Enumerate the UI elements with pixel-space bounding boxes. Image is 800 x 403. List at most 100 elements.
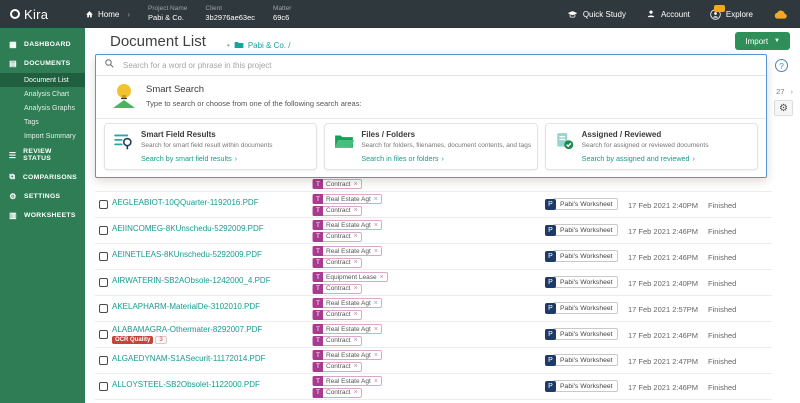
worksheet-badge[interactable]: PPabi's Worksheet xyxy=(545,250,618,262)
upload-cloud-icon[interactable] xyxy=(773,8,788,20)
remove-tag-icon[interactable]: × xyxy=(374,326,378,333)
remove-tag-icon[interactable]: × xyxy=(374,196,378,203)
search-input[interactable] xyxy=(121,60,758,71)
remove-tag-icon[interactable]: × xyxy=(374,378,378,385)
document-link[interactable]: AKELAPHARM-MaterialDe-3102010.PDF xyxy=(112,302,260,311)
worksheet-badge[interactable]: PPabi's Worksheet xyxy=(545,276,618,288)
remove-tag-icon[interactable]: × xyxy=(354,285,358,292)
table-row: ALABAMAGRA-Othermater-8292007.PDFOCR Qua… xyxy=(95,322,772,348)
help-button[interactable]: ? xyxy=(775,59,788,72)
tag[interactable]: TReal Estate Agt× xyxy=(312,220,382,230)
card-title: Smart Field Results xyxy=(141,130,216,139)
search-card-smart-field-results[interactable]: Smart Field ResultsSearch for smart fiel… xyxy=(104,123,317,170)
tag[interactable]: TReal Estate Agt× xyxy=(312,246,382,256)
sidebar-item-import-summary[interactable]: Import Summary xyxy=(0,129,85,143)
home-link[interactable]: Home › xyxy=(85,10,130,19)
document-link[interactable]: AEIINCOMEG-8KUnschedu-5292009.PDF xyxy=(112,224,264,233)
tag[interactable]: TContract× xyxy=(312,388,362,398)
worksheet-badge[interactable]: PPabi's Worksheet xyxy=(545,224,618,236)
folder-icon xyxy=(234,40,244,51)
remove-tag-icon[interactable]: × xyxy=(374,222,378,229)
row-checkbox[interactable] xyxy=(99,330,108,339)
sidebar-item-worksheets[interactable]: ▥WORKSHEETS xyxy=(0,206,85,225)
next-page-icon[interactable]: › xyxy=(791,87,794,96)
remove-tag-icon[interactable]: × xyxy=(354,363,358,370)
worksheet-badge[interactable]: PPabi's Worksheet xyxy=(545,198,618,210)
document-link[interactable]: ALLOYSTEEL-SB2Obsolet-1122000.PDF xyxy=(112,380,260,389)
sidebar-item-analysis-graphs[interactable]: Analysis Graphs xyxy=(0,101,85,115)
remove-tag-icon[interactable]: × xyxy=(354,181,358,188)
remove-tag-icon[interactable]: × xyxy=(374,300,378,307)
row-checkbox[interactable] xyxy=(99,382,108,391)
remove-tag-icon[interactable]: × xyxy=(374,352,378,359)
documents-icon: ▤ xyxy=(8,59,18,68)
tag-icon: T xyxy=(313,246,323,256)
overlay-divider xyxy=(96,118,766,119)
worksheet-badge[interactable]: PPabi's Worksheet xyxy=(545,328,618,340)
column-settings-button[interactable]: ⚙ xyxy=(774,100,793,116)
sidebar-item-analysis-chart[interactable]: Analysis Chart xyxy=(0,87,85,101)
row-checkbox[interactable] xyxy=(99,200,108,209)
worksheet-badge[interactable]: PPabi's Worksheet xyxy=(545,302,618,314)
row-checkbox[interactable] xyxy=(99,252,108,261)
pagination-total: 27 xyxy=(776,87,784,96)
document-link[interactable]: ALGAEDYNAM-S1ASecurit-11172014.PDF xyxy=(112,354,266,363)
chevron-down-icon: ▼ xyxy=(774,38,780,44)
remove-tag-icon[interactable]: × xyxy=(354,389,358,396)
document-link[interactable]: AEINETLEAS-8KUnschedu-5292009.PDF xyxy=(112,250,262,259)
account-link[interactable]: Account xyxy=(646,9,690,19)
row-checkbox[interactable] xyxy=(99,304,108,313)
remove-tag-icon[interactable]: × xyxy=(374,248,378,255)
sidebar-item-documents[interactable]: ▤DOCUMENTS xyxy=(0,54,85,73)
import-button[interactable]: Import ▼ xyxy=(735,32,790,50)
remove-tag-icon[interactable]: × xyxy=(380,274,384,281)
tag[interactable]: TReal Estate Agt× xyxy=(312,376,382,386)
tag[interactable]: TContract× xyxy=(312,232,362,242)
worksheet-initial: P xyxy=(545,329,556,340)
breadcrumb[interactable]: • Pabi & Co. / xyxy=(227,40,291,51)
tag[interactable]: TContract× xyxy=(312,284,362,294)
explore-link[interactable]: Explore xyxy=(710,9,753,20)
sidebar-item-tags[interactable]: Tags xyxy=(0,115,85,129)
pagination: 27 › xyxy=(776,87,793,96)
row-checkbox[interactable] xyxy=(99,226,108,235)
tag[interactable]: TContract× xyxy=(312,336,362,346)
app-logo[interactable]: Kira xyxy=(0,7,85,22)
document-link[interactable]: ALABAMAGRA-Othermater-8292007.PDF xyxy=(112,325,262,334)
tag-list: TReal Estate Agt× TContract× xyxy=(312,376,382,398)
tag[interactable]: TContract× xyxy=(312,362,362,372)
tag[interactable]: TEquipment Lease× xyxy=(312,272,388,282)
card-link[interactable]: Search by smart field results› xyxy=(141,154,237,163)
sidebar-item-dashboard[interactable]: ▦DASHBOARD xyxy=(0,35,85,54)
table-row-partial: TContract× xyxy=(95,178,772,192)
search-card-files-folders[interactable]: Files / FoldersSearch for folders, filen… xyxy=(324,123,537,170)
tag[interactable]: TContract× xyxy=(312,258,362,268)
remove-tag-icon[interactable]: × xyxy=(354,233,358,240)
remove-tag-icon[interactable]: × xyxy=(354,337,358,344)
document-link[interactable]: AEGLEABIOT-10QQuarter-1192016.PDF xyxy=(112,198,259,207)
tag[interactable]: TReal Estate Agt× xyxy=(312,194,382,204)
row-checkbox[interactable] xyxy=(99,356,108,365)
card-link[interactable]: Search in files or folders› xyxy=(361,154,443,163)
sidebar-item-document-list[interactable]: Document List xyxy=(0,73,85,87)
tag[interactable]: TContract× xyxy=(312,206,362,216)
sidebar-item-review-status[interactable]: ☰REVIEW STATUS xyxy=(0,143,85,167)
tag[interactable]: TContract× xyxy=(312,310,362,320)
document-link[interactable]: AIRWATERIN-SB2AObsole-1242000_4.PDF xyxy=(112,276,271,285)
worksheet-badge[interactable]: PPabi's Worksheet xyxy=(545,354,618,366)
search-card-assigned-reviewed[interactable]: Assigned / ReviewedSearch for assigned o… xyxy=(545,123,758,170)
remove-tag-icon[interactable]: × xyxy=(354,207,358,214)
tag[interactable]: TReal Estate Agt× xyxy=(312,350,382,360)
row-checkbox[interactable] xyxy=(99,278,108,287)
remove-tag-icon[interactable]: × xyxy=(354,311,358,318)
tag[interactable]: TReal Estate Agt× xyxy=(312,324,382,334)
matter-value: 69c6 xyxy=(273,13,291,23)
sidebar-item-settings[interactable]: ⚙SETTINGS xyxy=(0,187,85,206)
tag[interactable]: TReal Estate Agt× xyxy=(312,298,382,308)
sidebar-item-comparisons[interactable]: ⧉COMPARISONS xyxy=(0,167,85,187)
card-link[interactable]: Search by assigned and reviewed› xyxy=(582,154,695,163)
tag[interactable]: TContract× xyxy=(312,179,362,189)
remove-tag-icon[interactable]: × xyxy=(354,259,358,266)
worksheet-badge[interactable]: PPabi's Worksheet xyxy=(545,380,618,392)
quick-study-link[interactable]: Quick Study xyxy=(567,9,626,20)
